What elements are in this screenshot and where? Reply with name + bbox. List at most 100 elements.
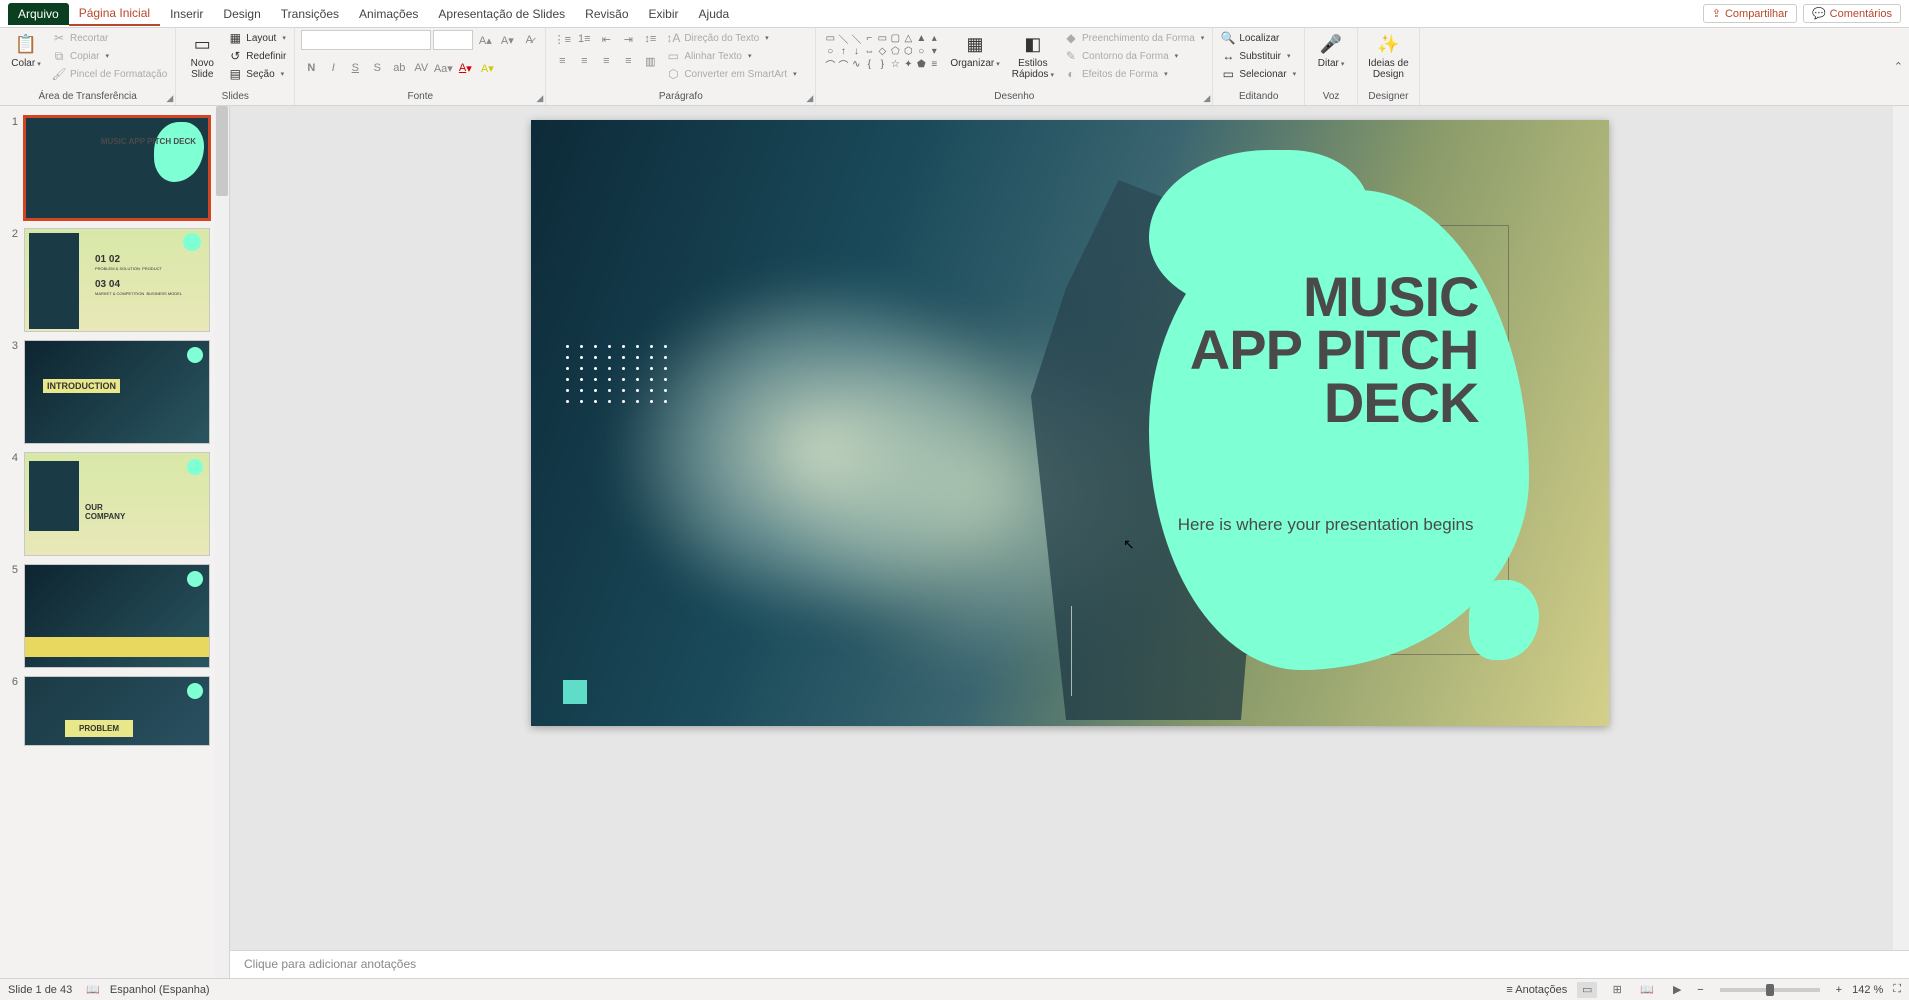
normal-view-button[interactable]: ▭ [1577, 982, 1597, 998]
font-color-button[interactable]: A▾ [455, 58, 475, 78]
justify-button[interactable]: ≡ [618, 52, 638, 70]
drawing-launcher[interactable]: ◢ [1203, 93, 1210, 104]
slide-thumbnails-panel[interactable]: 1 MUSIC APP PITCH DECK 2 01 02 PROBLEM &… [0, 106, 230, 978]
group-label-drawing: Desenho [822, 91, 1206, 103]
dictate-button[interactable]: 🎤 Ditar▾ [1311, 30, 1351, 71]
clipboard-launcher[interactable]: ◢ [166, 93, 173, 104]
shape-textbox-icon[interactable]: ▭ [824, 32, 836, 44]
slide-subtitle[interactable]: Here is where your presentation begins [1178, 515, 1474, 535]
font-size-input[interactable] [433, 30, 473, 50]
tab-animations[interactable]: Animações [349, 3, 428, 25]
shadow-button[interactable]: ab [389, 58, 409, 78]
tab-design[interactable]: Design [213, 3, 270, 25]
zoom-slider-handle[interactable] [1766, 984, 1774, 996]
select-icon: ▭ [1221, 67, 1235, 81]
copy-button[interactable]: ⧉Copiar▾ [50, 48, 169, 64]
reading-view-button[interactable]: 📖 [1637, 982, 1657, 998]
bold-button[interactable]: N [301, 58, 321, 78]
cut-button[interactable]: ✂Recortar [50, 30, 169, 46]
language-indicator[interactable]: Espanhol (Espanha) [110, 984, 210, 996]
thumbnail-slide-6[interactable]: PROBLEM [24, 676, 210, 746]
reset-button[interactable]: ↺Redefinir [226, 48, 288, 64]
indent-inc-button[interactable]: ⇥ [618, 30, 638, 48]
italic-button[interactable]: I [323, 58, 343, 78]
tab-help[interactable]: Ajuda [689, 3, 740, 25]
thumbnail-slide-5[interactable] [24, 564, 210, 668]
comments-button[interactable]: 💬Comentários [1803, 4, 1901, 23]
find-button[interactable]: 🔍Localizar [1219, 30, 1298, 46]
spacing-button[interactable]: AV [411, 58, 431, 78]
dot-grid-decoration [566, 345, 670, 403]
font-name-input[interactable] [301, 30, 431, 50]
align-text-button[interactable]: ▭Alinhar Texto▾ [664, 48, 798, 64]
thumbnails-scrollbar[interactable] [215, 106, 229, 978]
sorter-view-button[interactable]: ⊞ [1607, 982, 1627, 998]
paragraph-launcher[interactable]: ◢ [806, 93, 813, 104]
spellcheck-icon[interactable]: 📖 [86, 983, 100, 996]
strike-button[interactable]: S [367, 58, 387, 78]
arrange-button[interactable]: ▦ Organizar▾ [946, 30, 1003, 71]
select-button[interactable]: ▭Selecionar▾ [1219, 66, 1298, 82]
notes-toggle[interactable]: ≡ Anotações [1506, 984, 1567, 996]
zoom-level[interactable]: 142 % [1852, 984, 1883, 996]
share-button[interactable]: ⇪Compartilhar [1703, 4, 1797, 23]
layout-button[interactable]: ▦Layout▾ [226, 30, 288, 46]
text-direction-button[interactable]: ↕ADireção do Texto▾ [664, 30, 798, 46]
editor-scrollbar-vertical[interactable] [1893, 106, 1909, 950]
notes-pane[interactable]: Clique para adicionar anotações [230, 950, 1909, 978]
font-launcher[interactable]: ◢ [536, 93, 543, 104]
square-decoration [563, 680, 587, 704]
shape-effects-button[interactable]: ◐Efeitos de Forma▾ [1062, 66, 1206, 82]
slide-title[interactable]: MUSIC APP PITCH DECK [1190, 270, 1479, 430]
zoom-out-button[interactable]: − [1697, 984, 1703, 996]
line-spacing-button[interactable]: ↕≡ [640, 30, 660, 48]
slide-canvas[interactable]: MUSIC APP PITCH DECK Here is where your … [531, 120, 1609, 726]
case-button[interactable]: Aa▾ [433, 58, 453, 78]
thumbnail-slide-3[interactable]: INTRODUCTION [24, 340, 210, 444]
thumbnail-slide-2[interactable]: 01 02 PROBLEM & SOLUTION PRODUCT 03 04 M… [24, 228, 210, 332]
tab-transitions[interactable]: Transições [271, 3, 349, 25]
tab-slideshow[interactable]: Apresentação de Slides [428, 3, 575, 25]
share-icon: ⇪ [1712, 7, 1721, 20]
new-slide-button[interactable]: ▭ Novo Slide [182, 30, 222, 82]
tab-home[interactable]: Página Inicial [69, 2, 160, 26]
decrease-font-button[interactable]: A▾ [497, 30, 517, 50]
highlight-button[interactable]: A▾ [477, 58, 497, 78]
underline-button[interactable]: S [345, 58, 365, 78]
shape-fill-button[interactable]: ◆Preenchimento da Forma▾ [1062, 30, 1206, 46]
paste-button[interactable]: 📋 Colar▾ [6, 30, 46, 71]
tab-view[interactable]: Exibir [639, 3, 689, 25]
canvas-area[interactable]: MUSIC APP PITCH DECK Here is where your … [230, 106, 1909, 950]
collapse-ribbon-button[interactable]: ⌃ [1894, 60, 1903, 73]
numbering-button[interactable]: 1≡ [574, 30, 594, 48]
quick-styles-button[interactable]: ◧ Estilos Rápidos▾ [1008, 30, 1058, 82]
thumbnail-slide-4[interactable]: OUR COMPANY [24, 452, 210, 556]
thumbnail-slide-1[interactable]: MUSIC APP PITCH DECK [24, 116, 210, 220]
smartart-button[interactable]: ⬡Converter em SmartArt▾ [664, 66, 798, 82]
tab-insert[interactable]: Inserir [160, 3, 213, 25]
align-center-button[interactable]: ≡ [574, 52, 594, 70]
shapes-gallery[interactable]: ▭＼＼⌐▭▢△▲▴ ○↑↓⇔◇⬠⬡○▾ ⌒⌒∿{}☆✦⬟≡ [822, 30, 942, 72]
slideshow-view-button[interactable]: ▶ [1667, 982, 1687, 998]
clear-format-button[interactable]: A̷ [519, 30, 539, 50]
design-ideas-button[interactable]: ✨ Ideias de Design [1364, 30, 1413, 82]
replace-button[interactable]: ↔Substituir▾ [1219, 48, 1298, 64]
align-left-button[interactable]: ≡ [552, 52, 572, 70]
tab-file[interactable]: Arquivo [8, 3, 69, 25]
zoom-slider[interactable] [1720, 988, 1820, 992]
zoom-in-button[interactable]: + [1836, 984, 1842, 996]
bullets-button[interactable]: ⋮≡ [552, 30, 572, 48]
shape-outline-button[interactable]: ✎Contorno da Forma▾ [1062, 48, 1206, 64]
group-label-voice: Voz [1311, 91, 1351, 103]
fit-window-button[interactable]: ⛶ [1893, 983, 1901, 996]
group-font: A▴ A▾ A̷ N I S S ab AV Aa▾ A▾ A▾ Fonte ◢ [295, 28, 546, 105]
section-button[interactable]: ▤Seção▾ [226, 66, 288, 82]
format-painter-button[interactable]: 🖌Pincel de Formatação [50, 66, 169, 82]
group-slides: ▭ Novo Slide ▦Layout▾ ↺Redefinir ▤Seção▾… [176, 28, 295, 105]
tab-review[interactable]: Revisão [575, 3, 638, 25]
align-right-button[interactable]: ≡ [596, 52, 616, 70]
scrollbar-handle[interactable] [216, 106, 228, 196]
increase-font-button[interactable]: A▴ [475, 30, 495, 50]
indent-dec-button[interactable]: ⇤ [596, 30, 616, 48]
columns-button[interactable]: ▥ [640, 52, 660, 70]
